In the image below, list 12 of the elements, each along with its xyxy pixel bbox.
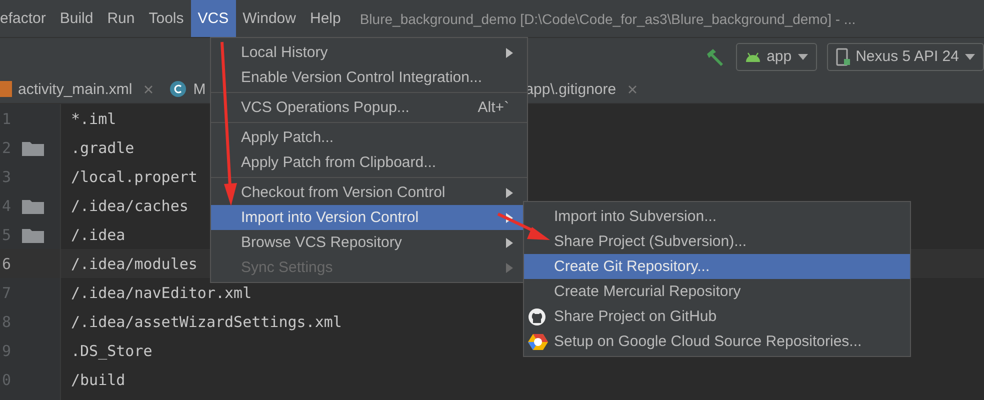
code-line: /.idea <box>70 226 126 244</box>
code-line: .DS_Store <box>70 342 152 360</box>
code-line: /local.propert <box>70 168 198 186</box>
line-number: 6 <box>2 254 12 272</box>
code-line: /.idea/modules <box>70 254 198 272</box>
code-line: *.iml <box>70 110 116 128</box>
code-line: /.idea/caches <box>70 196 188 214</box>
code-line: .gradle <box>70 138 134 156</box>
code-line: /build <box>70 370 126 388</box>
window-title: Blure_background_demo [D:\Code\Code_for_as3\Blure_background_demo] - ... <box>360 10 856 26</box>
code-line: /.idea/navEditor.xml <box>70 284 252 302</box>
code-line: /.idea/assetWizardSettings.xml <box>70 312 342 330</box>
